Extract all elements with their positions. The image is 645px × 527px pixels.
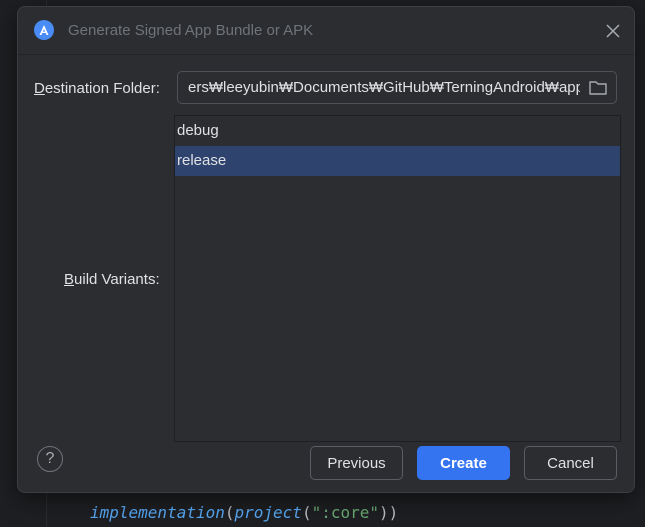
- destination-folder-input[interactable]: [178, 72, 580, 103]
- cancel-button[interactable]: Cancel: [524, 446, 617, 480]
- previous-button[interactable]: Previous: [310, 446, 403, 480]
- code-paren-open: (: [224, 503, 235, 522]
- destination-label-rest: estination Folder:: [44, 80, 160, 97]
- build-variants-mnemonic: B: [64, 271, 75, 288]
- help-icon: ?: [45, 450, 55, 467]
- code-fn-project: project: [234, 503, 302, 522]
- build-variants-label-rest: uild Variants:: [74, 271, 160, 288]
- close-icon: [606, 24, 620, 38]
- dialog-title: Generate Signed App Bundle or APK: [68, 22, 314, 39]
- android-studio-icon: [34, 20, 54, 40]
- variant-item-debug[interactable]: debug: [175, 116, 620, 146]
- close-button[interactable]: [603, 21, 623, 41]
- variant-item-release[interactable]: release: [175, 146, 620, 176]
- destination-folder-field[interactable]: [177, 71, 617, 104]
- destination-mnemonic: D: [34, 80, 45, 97]
- build-variants-label: Build Variants:: [64, 271, 160, 288]
- destination-folder-label: Destination Folder:: [34, 80, 160, 97]
- background-code-line: implementation(project(":core")): [90, 503, 398, 522]
- help-button[interactable]: ?: [37, 446, 63, 472]
- generate-signed-bundle-dialog: Generate Signed App Bundle or APK Destin…: [17, 6, 635, 493]
- build-variants-list[interactable]: debug release: [174, 115, 621, 442]
- code-string-core: ":core": [311, 503, 380, 522]
- code-paren-close: )): [379, 503, 399, 522]
- dialog-titlebar: Generate Signed App Bundle or APK: [18, 7, 634, 55]
- code-paren-open-2: (: [301, 503, 312, 522]
- code-fn-implementation: implementation: [90, 503, 225, 522]
- folder-icon[interactable]: [588, 78, 608, 98]
- create-button[interactable]: Create: [417, 446, 510, 480]
